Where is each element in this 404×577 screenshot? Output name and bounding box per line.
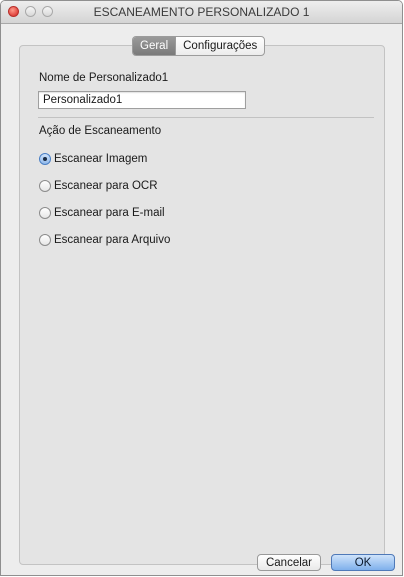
scan-action-label: Ação de Escaneamento bbox=[39, 125, 162, 137]
tab-configuracoes[interactable]: Configurações bbox=[175, 37, 264, 55]
radio-label: Escanear Imagem bbox=[54, 153, 148, 165]
radio-scan-image[interactable]: Escanear Imagem bbox=[39, 151, 147, 167]
title-bar[interactable]: ESCANEAMENTO PERSONALIZADO 1 bbox=[1, 1, 402, 24]
radio-unselected-icon[interactable] bbox=[39, 234, 51, 246]
radio-label: Escanear para Arquivo bbox=[54, 234, 171, 246]
ok-button[interactable]: OK bbox=[331, 554, 395, 571]
window-title: ESCANEAMENTO PERSONALIZADO 1 bbox=[93, 5, 310, 19]
radio-label: Escanear para E-mail bbox=[54, 207, 165, 219]
custom-name-label: Nome de Personalizado1 bbox=[39, 72, 169, 84]
radio-scan-email[interactable]: Escanear para E-mail bbox=[39, 205, 165, 221]
radio-scan-file[interactable]: Escanear para Arquivo bbox=[39, 232, 170, 248]
radio-scan-ocr[interactable]: Escanear para OCR bbox=[39, 178, 158, 194]
radio-label: Escanear para OCR bbox=[54, 180, 158, 192]
radio-unselected-icon[interactable] bbox=[39, 180, 51, 192]
radio-unselected-icon[interactable] bbox=[39, 207, 51, 219]
tab-panel bbox=[19, 45, 385, 565]
custom-name-input[interactable] bbox=[38, 91, 246, 109]
cancel-button[interactable]: Cancelar bbox=[257, 554, 321, 571]
section-divider bbox=[38, 117, 374, 118]
tab-geral[interactable]: Geral bbox=[133, 37, 176, 55]
radio-selected-icon[interactable] bbox=[39, 153, 51, 165]
dialog-window: ESCANEAMENTO PERSONALIZADO 1 Geral Confi… bbox=[0, 0, 403, 576]
tab-bar: Geral Configurações bbox=[132, 36, 266, 56]
